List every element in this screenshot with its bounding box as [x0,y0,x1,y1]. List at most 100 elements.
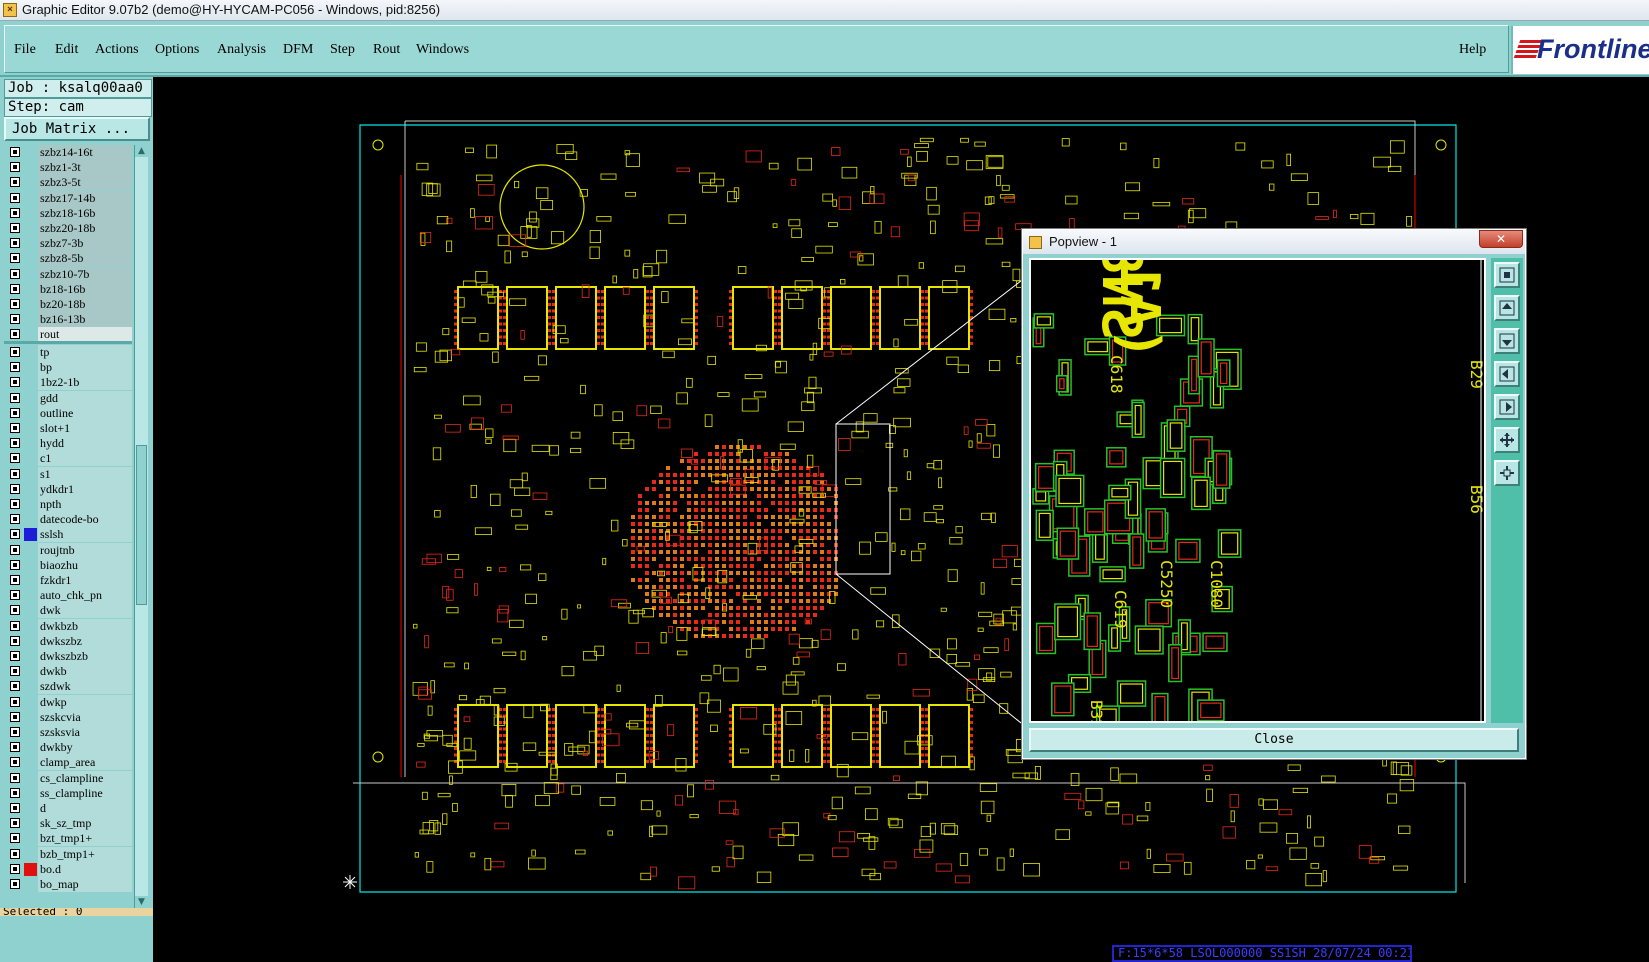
layer-checkbox[interactable] [10,559,20,570]
zoom-fit-icon[interactable] [1494,262,1520,288]
layer-row[interactable]: bp [4,360,134,376]
menu-actions[interactable]: Actions [95,42,139,58]
layer-checkbox[interactable] [10,192,20,203]
layer-row[interactable]: dwkp [4,694,134,710]
layer-label[interactable]: outline [38,405,132,421]
layer-checkbox[interactable] [10,483,20,494]
layer-label[interactable]: clamp_area [38,755,132,771]
scroll-up-arrow-icon[interactable]: ▲ [135,145,148,157]
menu-analysis[interactable]: Analysis [217,42,266,58]
layer-row[interactable]: bzt_tmp1+ [4,831,134,847]
layer-label[interactable]: dwkb [38,664,132,680]
layer-label[interactable]: bo_map [38,877,132,892]
layer-label[interactable]: szbz17-14b [38,190,132,206]
layer-row[interactable]: dwkszbzb [4,649,134,664]
layer-checkbox[interactable] [10,299,20,309]
popview-title-bar[interactable]: Popview - 1 [1023,230,1525,254]
layer-label[interactable]: dwkby [38,740,132,756]
menu-file[interactable]: File [14,42,36,58]
layer-checkbox[interactable] [10,742,20,753]
layer-row[interactable]: dwkby [4,740,134,756]
close-icon[interactable]: ✕ [1479,230,1523,248]
layer-label[interactable]: cs_clampline [38,770,132,786]
layer-label[interactable]: bo.d [38,861,132,877]
layer-label[interactable]: gdd [38,390,132,406]
layer-row[interactable]: ss_clampline [4,785,134,801]
layer-label[interactable]: sslsh [38,527,132,543]
layer-row[interactable]: roujtnb [4,542,134,558]
layer-row[interactable]: szbz18-16b [4,205,134,221]
layer-row[interactable]: szbz14-16t [4,145,134,160]
layer-label[interactable]: dwkszbzb [38,649,132,664]
layer-checkbox[interactable] [10,438,20,449]
layer-checkbox[interactable] [10,544,20,555]
layer-row[interactable]: szbz8-5b [4,251,134,267]
layer-label[interactable]: dwkszbz [38,633,132,649]
layer-checkbox[interactable] [10,238,20,249]
layer-label[interactable]: npth [38,497,132,512]
layer-row[interactable]: sslsh [4,527,134,543]
layer-label[interactable]: tp [38,345,132,360]
layer-checkbox[interactable] [10,681,20,692]
layer-checkbox[interactable] [10,147,20,157]
menu-dfm[interactable]: DFM [283,42,313,58]
layer-row[interactable]: szbz3-5t [4,175,134,191]
layer-label[interactable]: biaozhu [38,557,132,573]
layer-row[interactable]: bzb_tmp1+ [4,846,134,862]
job-matrix-button[interactable]: Job Matrix ... [4,117,150,141]
layer-checkbox[interactable] [10,757,20,768]
layer-label[interactable]: szskcvia [38,709,132,725]
layer-checkbox[interactable] [10,620,20,631]
layer-row[interactable]: szbz20-18b [4,221,134,236]
menu-rout[interactable]: Rout [373,42,400,58]
layer-row[interactable]: szsksvia [4,725,134,740]
layer-checkbox[interactable] [10,499,20,509]
menu-step[interactable]: Step [330,42,355,58]
layer-checkbox[interactable] [10,283,20,294]
layer-row[interactable]: szskcvia [4,709,134,725]
layer-checkbox[interactable] [10,362,20,373]
layer-label[interactable]: slot+1 [38,421,132,436]
layer-row[interactable]: slot+1 [4,421,134,436]
layer-checkbox[interactable] [10,207,20,218]
layer-label[interactable]: bzb_tmp1+ [38,846,132,862]
layer-label[interactable]: bz18-16b [38,281,132,297]
layer-checkbox[interactable] [10,423,20,433]
layer-label[interactable]: d [38,801,132,816]
layer-checkbox[interactable] [10,787,20,798]
layer-row[interactable]: dwkbzb [4,618,134,634]
layer-checkbox[interactable] [10,529,20,540]
scrollbar-thumb[interactable] [136,445,147,605]
layer-checkbox[interactable] [10,377,20,388]
layer-row[interactable]: szbz17-14b [4,190,134,206]
layer-row[interactable]: szbz7-3b [4,236,134,252]
layer-checkbox[interactable] [10,635,20,646]
layer-label[interactable]: ydkdr1 [38,481,132,497]
menu-windows[interactable]: Windows [416,42,469,58]
layer-checkbox[interactable] [10,651,20,661]
layer-checkbox[interactable] [10,696,20,707]
layer-label[interactable]: szsksvia [38,725,132,740]
layer-row[interactable]: hydd [4,436,134,452]
pan-up-icon[interactable] [1494,295,1520,321]
layer-label[interactable]: bp [38,360,132,376]
layer-row[interactable]: bo.d [4,861,134,877]
layer-label[interactable]: 1bz2-1b [38,375,132,391]
zoom-out-icon[interactable] [1494,460,1520,486]
layer-label[interactable]: szbz18-16b [38,205,132,221]
layer-row[interactable]: bz20-18b [4,297,134,312]
layer-checkbox[interactable] [10,268,20,279]
layer-checkbox[interactable] [10,407,20,418]
layer-row[interactable]: szbz10-7b [4,266,134,282]
layer-checkbox[interactable] [10,666,20,677]
layer-label[interactable]: c1 [38,451,132,467]
layer-row[interactable]: outline [4,405,134,421]
layer-label[interactable]: dwkp [38,694,132,710]
layer-label[interactable]: datecode-bo [38,512,132,528]
layer-checkbox[interactable] [10,314,20,325]
layer-label[interactable]: auto_chk_pn [38,588,132,604]
layer-checkbox[interactable] [10,468,20,479]
layer-row[interactable]: cs_clampline [4,770,134,786]
layer-checkbox[interactable] [10,223,20,233]
layer-label[interactable]: szbz20-18b [38,221,132,236]
